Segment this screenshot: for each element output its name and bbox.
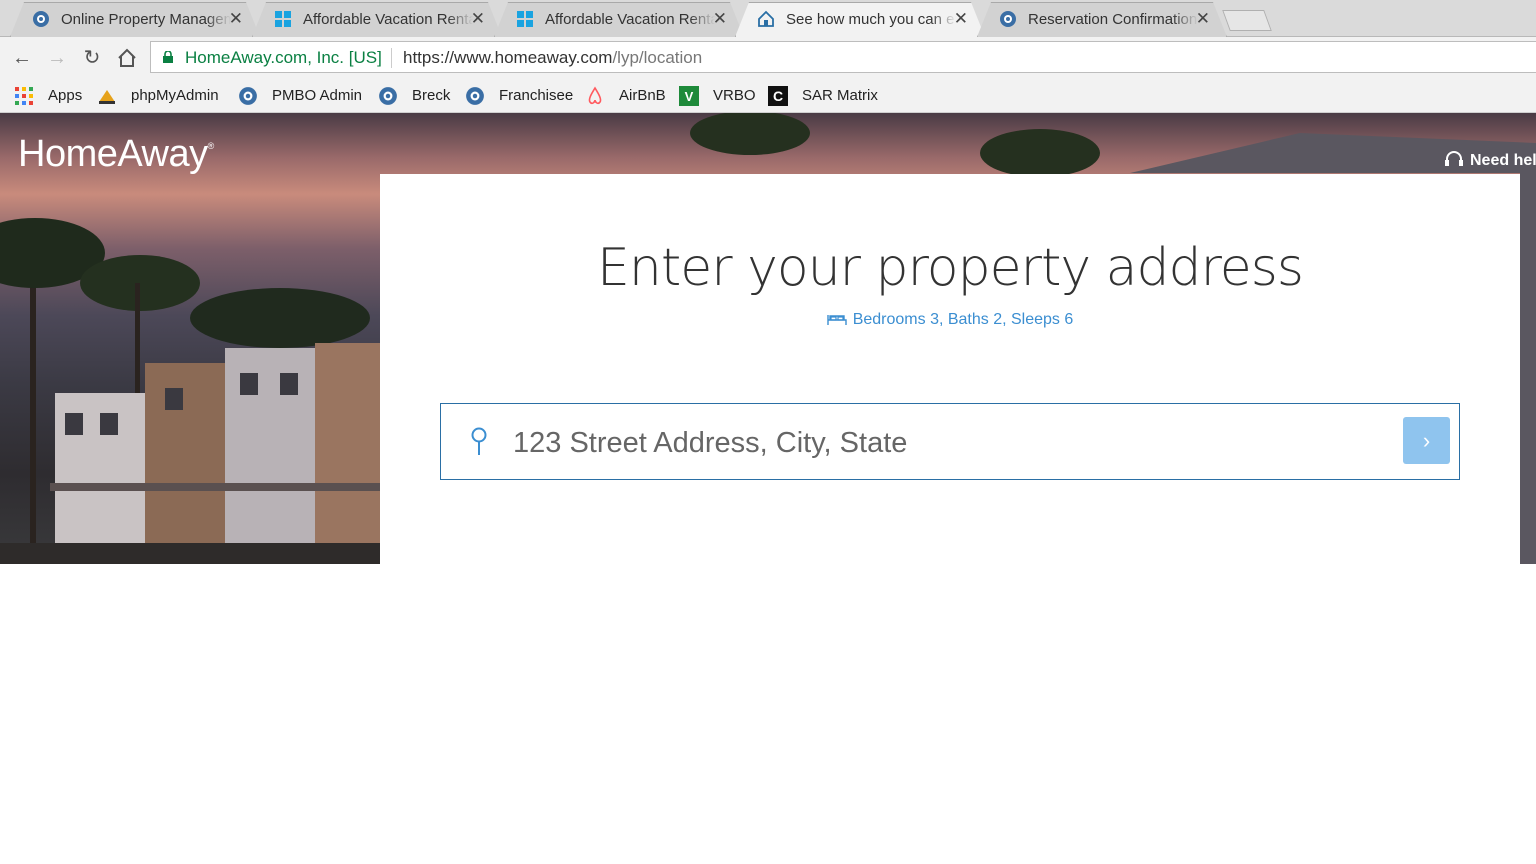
windows-icon [275, 11, 291, 27]
headset-icon [1445, 151, 1463, 166]
site-identity[interactable]: HomeAway.com, Inc. [US] [185, 48, 382, 68]
svg-text:V: V [685, 89, 694, 104]
globe-icon [33, 11, 49, 27]
globe-icon [1000, 11, 1016, 27]
divider [391, 48, 392, 68]
lock-icon [163, 51, 173, 63]
tab-title: Affordable Vacation Rentals [545, 11, 715, 28]
url-text[interactable]: https://www.homeaway.com/lyp/location [403, 48, 702, 68]
close-tab-icon[interactable]: ✕ [1196, 9, 1210, 29]
close-tab-icon[interactable]: ✕ [713, 9, 727, 29]
tab-title: See how much you can earn [786, 11, 956, 28]
address-input[interactable] [511, 422, 1385, 464]
homeaway-logo[interactable]: HomeAway® [18, 133, 214, 176]
tab-reservation-confirmation[interactable]: Reservation Confirmation ✕ [977, 2, 1227, 37]
property-summary-link[interactable]: Bedrooms 3, Baths 2, Sleeps 6 [380, 311, 1520, 329]
address-card: Enter your property address Bedrooms 3, … [380, 174, 1520, 864]
apps-grid-icon [15, 87, 33, 105]
bookmarks-bar: Apps phpMyAdmin PMBO Admin Breck Franchi… [0, 79, 1536, 113]
browser-toolbar: ← → ↻ HomeAway.com, Inc. [US] https://ww… [0, 37, 1536, 79]
tab-title: Affordable Vacation Rentals [303, 11, 473, 28]
tab-online-property-management[interactable]: Online Property Management ✕ [10, 2, 260, 37]
tab-affordable-vacation-rentals-1[interactable]: Affordable Vacation Rentals ✕ [252, 2, 502, 37]
browser-tab-strip: Online Property Management ✕ Affordable … [0, 0, 1536, 37]
location-pin-icon [471, 427, 487, 455]
back-arrow-icon[interactable]: ← [10, 46, 34, 70]
close-tab-icon[interactable]: ✕ [954, 9, 968, 29]
new-tab-button[interactable] [1222, 10, 1272, 31]
svg-text:C: C [773, 88, 783, 104]
bed-icon [827, 315, 847, 325]
globe-icon [239, 87, 257, 105]
address-bar[interactable]: HomeAway.com, Inc. [US] https://www.home… [150, 41, 1536, 73]
airbnb-icon [588, 86, 602, 105]
phpmyadmin-icon [99, 90, 115, 104]
tab-title: Online Property Management [61, 11, 231, 28]
homeaway-icon [758, 10, 774, 27]
reload-icon[interactable]: ↻ [80, 46, 104, 70]
home-icon[interactable] [115, 46, 139, 70]
tab-affordable-vacation-rentals-2[interactable]: Affordable Vacation Rentals ✕ [494, 2, 744, 37]
page-title: Enter your property address [597, 238, 1304, 298]
submit-address-button[interactable]: › [1403, 417, 1450, 464]
globe-icon [379, 87, 397, 105]
need-help-link[interactable]: Need hel [1444, 150, 1536, 170]
forward-arrow-icon[interactable]: → [45, 46, 69, 70]
address-search-box: › [440, 403, 1460, 480]
sar-matrix-icon: C [768, 86, 788, 106]
close-tab-icon[interactable]: ✕ [229, 9, 243, 29]
globe-icon [466, 87, 484, 105]
windows-icon [517, 11, 533, 27]
tab-see-how-much-you-can-earn[interactable]: See how much you can earn ✕ [735, 2, 985, 37]
close-tab-icon[interactable]: ✕ [471, 9, 485, 29]
tab-title: Reservation Confirmation [1028, 11, 1198, 28]
vrbo-icon: V [679, 86, 699, 106]
